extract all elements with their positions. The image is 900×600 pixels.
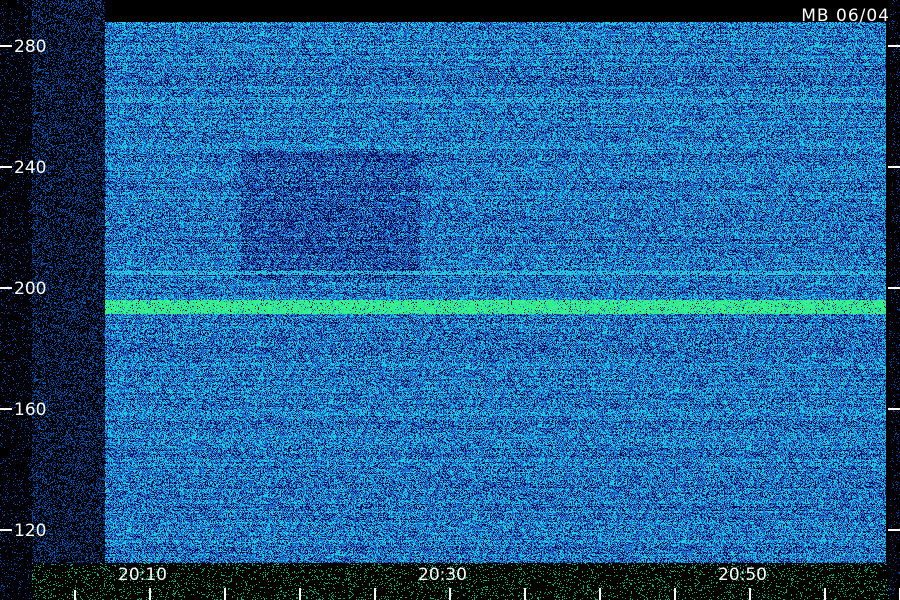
y-axis: 120 160 200 240 280 (0, 37, 900, 541)
x-tick-label: 20:50 (718, 565, 767, 585)
x-axis: 20:10 20:30 20:50 (74, 565, 900, 600)
axes-overlay: 120 160 200 240 280 20:10 20:30 20:50 (0, 37, 900, 600)
band-markers (105, 100, 885, 306)
y-tick-label: 240 (14, 158, 46, 178)
spectrogram-panel: 120 160 200 240 280 20:10 20:30 20:50 MB 06/04 (0, 0, 900, 600)
x-tick-label: 20:10 (118, 565, 167, 585)
station-label: MB 06/04 (801, 6, 890, 26)
x-tick-label: 20:30 (418, 565, 467, 585)
y-tick-label: 280 (14, 37, 46, 57)
y-tick-label: 120 (14, 521, 46, 541)
y-tick-label: 160 (14, 400, 46, 420)
y-tick-label: 200 (14, 279, 46, 299)
